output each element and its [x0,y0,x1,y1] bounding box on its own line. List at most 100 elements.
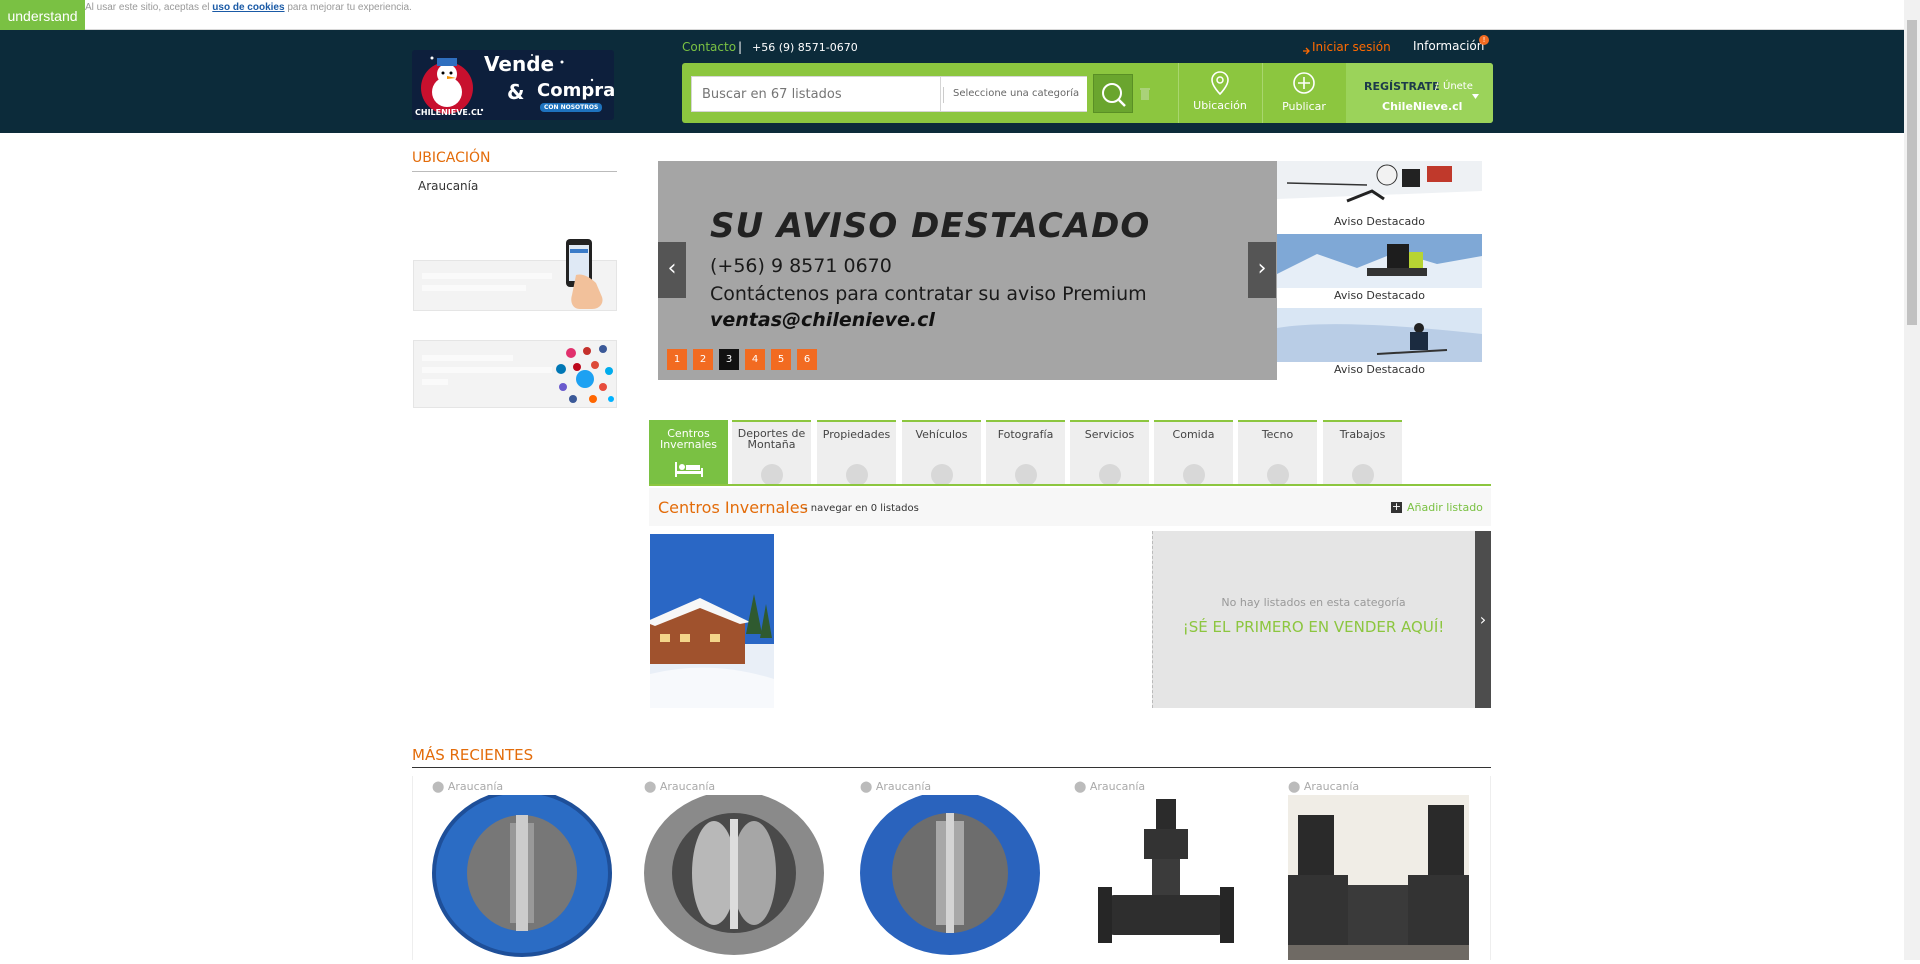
cookie-notice: Al usar este sitio, aceptas el uso de co… [85,2,412,13]
bed-icon [675,462,703,477]
map-pin-icon: ⬤ [644,780,657,793]
location-label: Ubicación [1193,99,1247,112]
nav-divider [1262,63,1263,123]
login-link[interactable]: Iniciar sesión [1312,40,1391,54]
featured-thumb-label: Aviso Destacado [1277,362,1482,378]
contact-phone: +56 (9) 8571-0670 [752,41,858,54]
scrollbar-thumb[interactable] [1907,20,1917,325]
tab-label: Tecno [1261,428,1294,441]
cookie-text-end: para mejorar tu experiencia. [284,2,412,13]
listing-next-button[interactable]: › [1475,531,1491,708]
location-button[interactable]: Ubicación [1180,63,1260,123]
add-icon: + [1391,500,1402,513]
slider-prev-button[interactable]: ‹ [658,242,686,298]
cookie-policy-link[interactable]: uso de cookies [212,2,284,13]
slider-next-button[interactable]: › [1248,242,1276,298]
smartphone-icon [566,239,603,309]
tab-label: Centros Invernales [659,427,718,451]
tab-deportes-de-montana[interactable]: Deportes de Montaña [732,420,811,486]
contact-separator: | [738,40,743,54]
recent-listing-card[interactable]: ⬤ Araucanía [1074,780,1255,960]
login-icon [1302,42,1310,61]
recent-listing-card[interactable]: ⬤ Araucanía [1288,780,1469,960]
register-join[interactable]: Únete [1443,81,1473,92]
listing-image [860,791,1040,955]
slider-page-5[interactable]: 5 [771,349,791,370]
map-pin-icon: ⬤ [1288,780,1301,793]
tab-label: Propiedades [822,428,891,441]
tab-comida[interactable]: Comida [1154,420,1233,486]
tab-propiedades[interactable]: Propiedades [817,420,896,486]
slider-page-2[interactable]: 2 [693,349,713,370]
info-badge: ! [1479,35,1489,45]
ball-icon [1015,464,1037,486]
tab-vehiculos[interactable]: Vehículos [902,420,981,486]
section-subtitle: - navegar en 0 listados [804,503,919,514]
category-select[interactable]: Seleccione una categoría [941,76,1087,112]
trash-icon[interactable] [1139,86,1151,105]
slider-page-4[interactable]: 4 [745,349,765,370]
plus-circle-icon [1293,72,1315,94]
be-first-link[interactable]: ¡SÉ EL PRIMERO EN VENDER AQUÍ! [1152,618,1475,636]
tab-fotografia[interactable]: Fotografía [986,420,1065,486]
location-item-araucania[interactable]: Araucanía [418,179,478,193]
tab-label: Fotografía [997,428,1054,441]
register-button[interactable] [1346,63,1493,123]
listing-image [644,791,824,955]
tab-tecno[interactable]: Tecno [1238,420,1317,486]
cookie-understand-button[interactable]: understand [0,0,85,30]
slider-page-6[interactable]: 6 [797,349,817,370]
contact-link[interactable]: Contacto [682,40,736,54]
listing-location-text: Araucanía [875,780,932,793]
map-pin-icon: ⬤ [860,780,873,793]
featured-thumb-1[interactable] [1277,161,1482,214]
divider [412,767,1491,768]
slider-page-3[interactable]: 3 [719,349,739,370]
tab-centros-invernales[interactable]: Centros Invernales [649,420,728,484]
listing-image [1074,795,1255,960]
featured-thumb-label: Aviso Destacado [1277,214,1482,230]
social-icons [556,345,614,403]
featured-thumb-2[interactable] [1277,234,1482,288]
listing-location-text: Araucanía [1303,780,1360,793]
recent-listing-card[interactable]: ⬤ Araucanía [860,780,1041,960]
site-logo[interactable]: Vende & Compra CON NOSOTROS CHILENIEVE.C… [412,50,614,120]
ball-icon [1099,464,1121,486]
tab-label: Deportes de Montaña [737,427,806,451]
search-icon [1102,83,1126,107]
listing-image [1288,795,1469,960]
ball-icon [1267,464,1289,486]
slide-cta: Contáctenos para contratar su aviso Prem… [710,283,1147,305]
scrollbar[interactable] [1904,0,1920,960]
social-banner[interactable] [413,340,617,408]
banner-text [422,355,552,385]
tab-servicios[interactable]: Servicios [1070,420,1149,486]
empty-listing-text: No hay listados en esta categoría [1221,596,1406,609]
register-site: ChileNieve.cl [1382,100,1463,113]
info-link[interactable]: Información [1413,39,1484,53]
add-listing-link[interactable]: Añadir listado [1407,501,1483,514]
map-pin-icon: ⬤ [1074,780,1087,793]
publish-button[interactable]: Publicar [1264,63,1344,123]
listing-location: ⬤ Araucanía [1288,780,1469,793]
recent-listing-card[interactable]: ⬤ Araucanía [432,780,613,960]
listing-location-text: Araucanía [1089,780,1146,793]
tabs-underline [649,484,1491,486]
map-pin-icon [1211,71,1229,96]
register-slash: / [1435,81,1439,92]
featured-thumb-3[interactable] [1277,308,1482,362]
caret-down-icon [1472,84,1479,103]
search-input[interactable] [691,76,941,112]
search-button[interactable] [1093,74,1133,113]
listing-location-text: Araucanía [447,780,504,793]
slider-page-1[interactable]: 1 [667,349,687,370]
slide-title: SU AVISO DESTACADO [710,206,1151,246]
app-banner[interactable] [413,239,617,311]
register-title[interactable]: REGÍSTRATE [1364,80,1440,93]
tab-label: Comida [1172,428,1215,441]
ball-icon [761,464,783,486]
divider [412,171,617,172]
tab-trabajos[interactable]: Trabajos [1323,420,1402,486]
ball-icon [1352,464,1374,486]
recent-listing-card[interactable]: ⬤ Araucanía [644,780,825,960]
